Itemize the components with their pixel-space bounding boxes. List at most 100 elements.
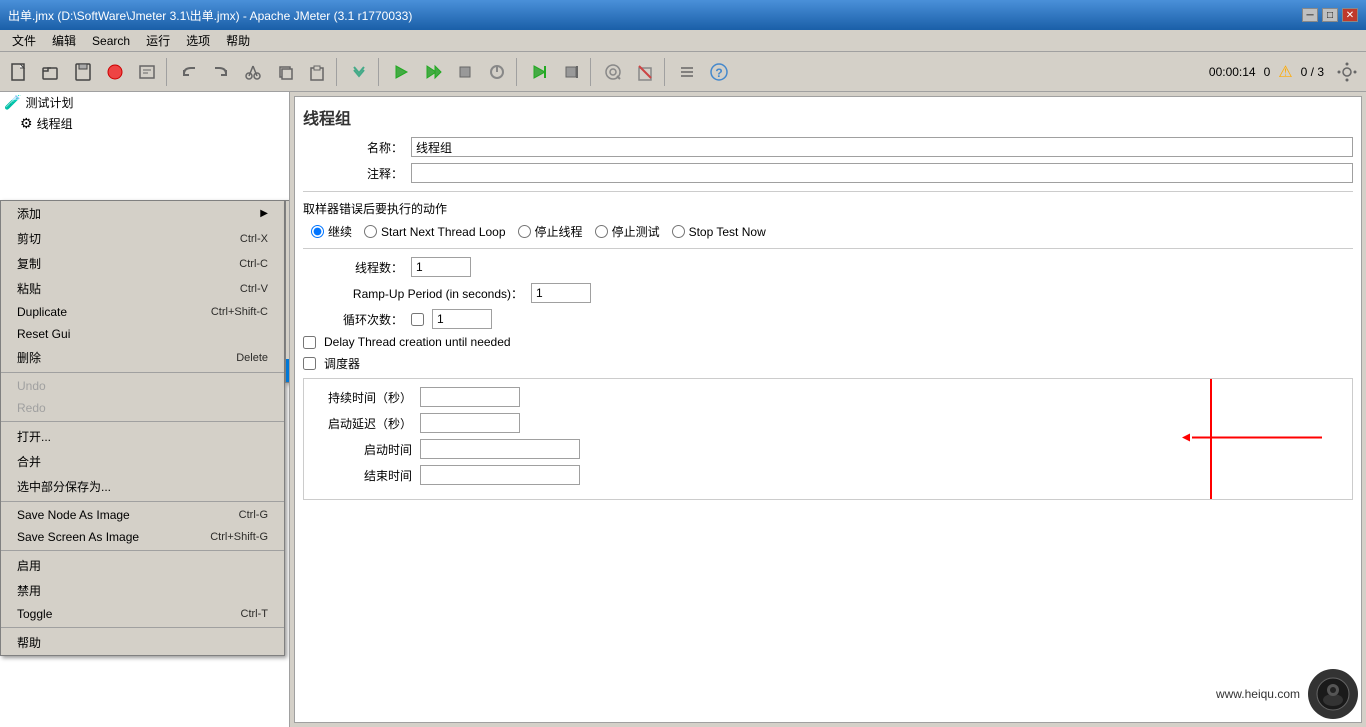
radio-start-next-loop-label: Start Next Thread Loop: [381, 225, 506, 239]
toolbar-expand[interactable]: [344, 57, 374, 87]
toolbar-cut[interactable]: [238, 57, 268, 87]
toolbar-undo[interactable]: [174, 57, 204, 87]
comment-label: 注释：: [303, 165, 403, 182]
radio-start-next-loop-input[interactable]: [364, 225, 377, 238]
delay-checkbox[interactable]: [303, 336, 316, 349]
cm-open[interactable]: 打开...: [1, 424, 284, 449]
watermark: www.heiqu.com: [1216, 669, 1358, 719]
toolbar-settings[interactable]: [1332, 57, 1362, 87]
toolbar-list[interactable]: [672, 57, 702, 87]
cm-save-selection[interactable]: 选中部分保存为...: [1, 474, 284, 499]
toolbar-stop-record[interactable]: [100, 57, 130, 87]
cm-help[interactable]: 帮助: [1, 630, 284, 655]
ramp-up-label: Ramp-Up Period (in seconds)：: [303, 285, 523, 302]
cm-copy[interactable]: 复制 Ctrl-C: [1, 251, 284, 276]
minimize-button[interactable]: ─: [1302, 8, 1318, 22]
tree-item-thread-group[interactable]: ⚙ 线程组: [16, 113, 289, 134]
toolbar-shutdown[interactable]: [482, 57, 512, 87]
toolbar-copy[interactable]: [270, 57, 300, 87]
radio-stop-now[interactable]: Stop Test Now: [672, 225, 766, 239]
tree-item-test-plan[interactable]: 🧪 测试计划: [0, 92, 289, 113]
radio-stop-thread-input[interactable]: [518, 225, 531, 238]
cm-toggle[interactable]: Toggle Ctrl-T: [1, 603, 284, 625]
toolbar-save[interactable]: [68, 57, 98, 87]
window-controls: ─ □ ✕: [1302, 8, 1358, 22]
toolbar-clear[interactable]: [630, 57, 660, 87]
menu-file[interactable]: 文件: [4, 30, 44, 51]
toolbar-stop[interactable]: [450, 57, 480, 87]
toolbar-play-nopauses[interactable]: [418, 57, 448, 87]
form-row-thread-count: 线程数：: [303, 257, 1353, 277]
toolbar-redo[interactable]: [206, 57, 236, 87]
cm-save-screen-image[interactable]: Save Screen As Image Ctrl+Shift-G: [1, 526, 284, 548]
content-area: 线程组 名称： 注释： 取样器错误后要执行的动作 继续: [294, 96, 1362, 723]
cm-toggle-shortcut: Ctrl-T: [241, 608, 269, 620]
radio-continue-input[interactable]: [311, 225, 324, 238]
forever-checkbox[interactable]: [411, 313, 424, 326]
scheduler-checkbox[interactable]: [303, 357, 316, 370]
menu-run[interactable]: 运行: [138, 30, 178, 51]
tree-label-test-plan: 测试计划: [25, 94, 73, 111]
cm-paste[interactable]: 粘贴 Ctrl-V: [1, 276, 284, 301]
loop-count-input[interactable]: [432, 309, 492, 329]
form-row-ramp-up: Ramp-Up Period (in seconds)：: [303, 283, 1353, 303]
toolbar-sep5: [590, 58, 594, 86]
cm-cut-shortcut: Ctrl-X: [240, 233, 268, 245]
form-row-duration: 持续时间（秒）: [312, 387, 1344, 407]
cm-save-node-image[interactable]: Save Node As Image Ctrl-G: [1, 504, 284, 526]
menu-edit[interactable]: 编辑: [44, 30, 84, 51]
radio-start-next-loop[interactable]: Start Next Thread Loop: [364, 225, 506, 239]
name-input[interactable]: [411, 137, 1353, 157]
cm-add-label: 添加: [17, 205, 41, 222]
comment-input[interactable]: [411, 163, 1353, 183]
toolbar-analyze[interactable]: [598, 57, 628, 87]
ramp-up-input[interactable]: [531, 283, 591, 303]
loop-count-label: 循环次数：: [303, 311, 403, 328]
start-time-input[interactable]: [420, 439, 580, 459]
menu-search[interactable]: Search: [84, 32, 138, 50]
app-title: 出单.jmx (D:\SoftWare\Jmeter 3.1\出单.jmx) -…: [8, 7, 412, 24]
cm-add[interactable]: 添加 ▶: [1, 201, 284, 226]
menu-options[interactable]: 选项: [178, 30, 218, 51]
toolbar-sep3: [378, 58, 382, 86]
radio-stop-thread[interactable]: 停止线程: [518, 223, 583, 240]
warning-icon: ⚠: [1278, 62, 1292, 82]
duration-input[interactable]: [420, 387, 520, 407]
toolbar-paste[interactable]: [302, 57, 332, 87]
context-menu: 添加 ▶ 剪切 Ctrl-X 复制 Ctrl-C 粘贴 Ctrl-V: [0, 200, 285, 656]
toolbar-remote-start[interactable]: [524, 57, 554, 87]
tree-label-thread-group: 线程组: [37, 115, 73, 132]
menu-help[interactable]: 帮助: [218, 30, 258, 51]
cm-save-node-image-label: Save Node As Image: [17, 508, 130, 522]
toolbar-play[interactable]: [386, 57, 416, 87]
radio-stop-test-input[interactable]: [595, 225, 608, 238]
cm-reset-gui[interactable]: Reset Gui: [1, 323, 284, 345]
cm-delete[interactable]: 删除 Delete: [1, 345, 284, 370]
cm-merge[interactable]: 合并: [1, 449, 284, 474]
form-row-on-error: 取样器错误后要执行的动作: [303, 200, 1353, 217]
red-arrow-container: [1182, 428, 1332, 451]
close-button[interactable]: ✕: [1342, 8, 1358, 22]
radio-stop-now-input[interactable]: [672, 225, 685, 238]
cm-cut[interactable]: 剪切 Ctrl-X: [1, 226, 284, 251]
maximize-button[interactable]: □: [1322, 8, 1338, 22]
thread-count-input[interactable]: [411, 257, 471, 277]
toolbar-open[interactable]: [36, 57, 66, 87]
cm-redo: Redo: [1, 397, 284, 419]
end-time-input[interactable]: [420, 465, 580, 485]
radio-stop-now-label: Stop Test Now: [689, 225, 766, 239]
cm-copy-label: 复制: [17, 255, 41, 272]
svg-text:?: ?: [715, 66, 722, 80]
radio-continue[interactable]: 继续: [311, 223, 352, 240]
cm-duplicate[interactable]: Duplicate Ctrl+Shift-C: [1, 301, 284, 323]
toolbar-remote-stop[interactable]: [556, 57, 586, 87]
right-panel: 线程组 名称： 注释： 取样器错误后要执行的动作 继续: [290, 92, 1366, 727]
radio-stop-test[interactable]: 停止测试: [595, 223, 660, 240]
toolbar-new[interactable]: [4, 57, 34, 87]
toolbar-help[interactable]: ?: [704, 57, 734, 87]
form-row-delay: Delay Thread creation until needed: [303, 335, 1353, 349]
start-delay-input[interactable]: [420, 413, 520, 433]
toolbar-templates[interactable]: [132, 57, 162, 87]
cm-enable[interactable]: 启用: [1, 553, 284, 578]
cm-disable[interactable]: 禁用: [1, 578, 284, 603]
